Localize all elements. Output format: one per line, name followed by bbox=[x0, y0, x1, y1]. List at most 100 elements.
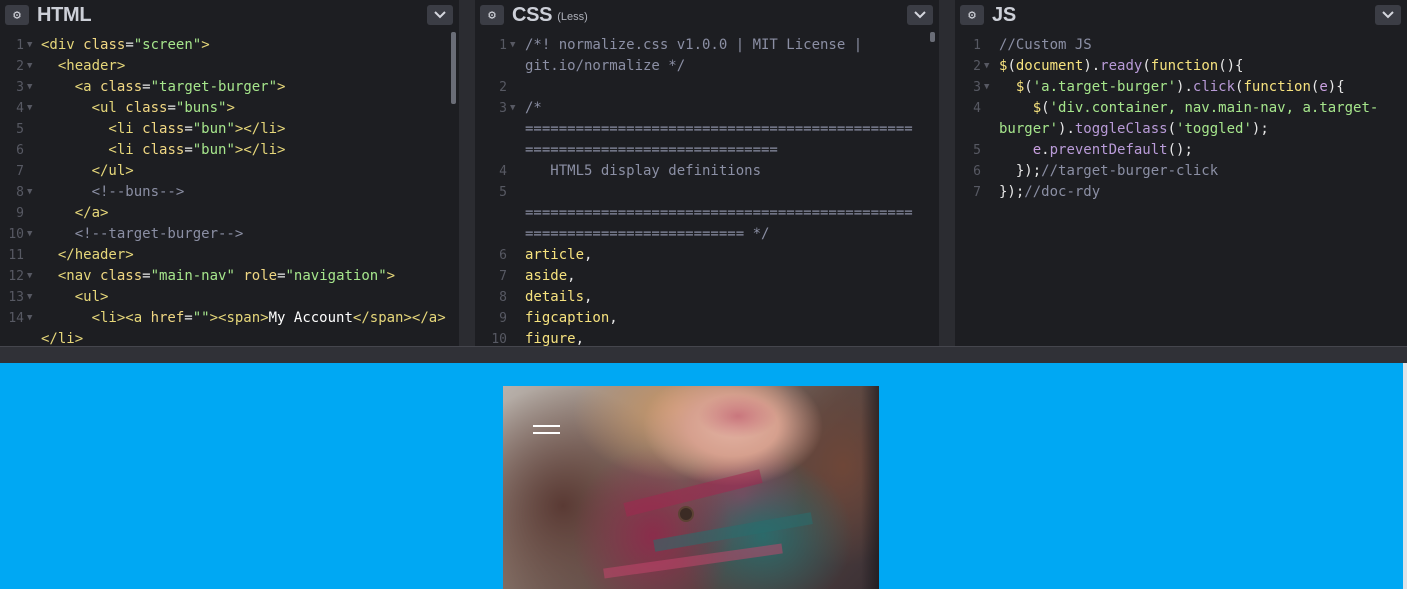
code-line[interactable]: </li> bbox=[0, 329, 459, 346]
code-line[interactable]: 8 details, bbox=[475, 287, 939, 308]
code-line[interactable]: 5 <li class="bun"></li> bbox=[0, 119, 459, 140]
code-line[interactable]: ============================== bbox=[475, 140, 939, 161]
code-line[interactable]: 1 ▼ <div class="screen"> bbox=[0, 35, 459, 56]
code-text: <div class="screen"> bbox=[41, 37, 210, 53]
code-text: <nav class="main-nav" role="navigation"> bbox=[41, 268, 396, 284]
code-line[interactable]: 9 figcaption, bbox=[475, 308, 939, 329]
code-text: ========================== */ bbox=[525, 226, 770, 242]
code-line[interactable]: 5 bbox=[475, 182, 939, 203]
code-line[interactable]: 2 ▼ $(document).ready(function(){ bbox=[955, 56, 1407, 77]
bun bbox=[533, 425, 560, 427]
html-scrollbar[interactable] bbox=[451, 32, 456, 104]
code-text: </ul> bbox=[41, 163, 134, 179]
fold-arrow-icon[interactable]: ▼ bbox=[27, 182, 32, 203]
preview-resize-handle[interactable] bbox=[0, 346, 1407, 363]
js-editor-title: JS bbox=[992, 3, 1016, 26]
chevron-down-icon bbox=[434, 11, 446, 19]
code-line[interactable]: 4 $('div.container, nav.main-nav, a.targ… bbox=[955, 98, 1407, 119]
fold-arrow-icon[interactable]: ▼ bbox=[27, 35, 32, 56]
code-line[interactable]: 5 e.preventDefault(); bbox=[955, 140, 1407, 161]
css-editor-header: ⚙ CSS (Less) bbox=[475, 0, 939, 30]
code-line[interactable]: ========================================… bbox=[475, 203, 939, 224]
code-line[interactable]: burger').toggleClass('toggled'); bbox=[955, 119, 1407, 140]
line-number: 3 bbox=[499, 101, 507, 116]
line-number: 9 bbox=[16, 206, 24, 221]
code-line[interactable]: 3 ▼ /* bbox=[475, 98, 939, 119]
code-line[interactable]: 8 ▼ <!--buns--> bbox=[0, 182, 459, 203]
code-line[interactable]: 1 ▼ /*! normalize.css v1.0.0 | MIT License… bbox=[475, 35, 939, 56]
code-line[interactable]: 7 </ul> bbox=[0, 161, 459, 182]
code-line[interactable]: 13 ▼ <ul> bbox=[0, 287, 459, 308]
fold-arrow-icon[interactable]: ▼ bbox=[27, 266, 32, 287]
line-number: 1 bbox=[16, 38, 24, 53]
code-line[interactable]: 6 <li class="bun"></li> bbox=[0, 140, 459, 161]
fold-arrow-icon[interactable]: ▼ bbox=[510, 98, 515, 119]
photo-shadow bbox=[861, 386, 879, 589]
css-collapse-button[interactable] bbox=[907, 5, 933, 25]
fold-arrow-icon[interactable]: ▼ bbox=[27, 287, 32, 308]
code-line[interactable]: 2 bbox=[475, 77, 939, 98]
code-line[interactable]: 10 ▼ <!--target-burger--> bbox=[0, 224, 459, 245]
fold-arrow-icon[interactable]: ▼ bbox=[984, 77, 989, 98]
code-line[interactable]: 12 ▼ <nav class="main-nav" role="navigati… bbox=[0, 266, 459, 287]
hamburger-icon[interactable] bbox=[533, 423, 561, 437]
fold-arrow-icon[interactable]: ▼ bbox=[984, 56, 989, 77]
code-text: <a class="target-burger"> bbox=[41, 79, 286, 95]
line-number: 3 bbox=[16, 80, 24, 95]
code-line[interactable]: 10 figure, bbox=[475, 329, 939, 346]
code-text: e.preventDefault(); bbox=[999, 142, 1193, 158]
line-number: 1 bbox=[973, 38, 981, 53]
editor-resize-handle[interactable] bbox=[939, 0, 955, 346]
code-line[interactable]: ========================== */ bbox=[475, 224, 939, 245]
fold-arrow-icon[interactable]: ▼ bbox=[27, 56, 32, 77]
code-text: </a> bbox=[41, 205, 109, 221]
line-number: 2 bbox=[973, 59, 981, 74]
code-text: HTML5 display definitions bbox=[525, 163, 762, 179]
html-editor-title: HTML bbox=[37, 3, 92, 26]
code-text: details, bbox=[525, 289, 593, 305]
line-number: 6 bbox=[16, 143, 24, 158]
code-text: <header> bbox=[41, 58, 126, 74]
chevron-down-icon bbox=[1382, 11, 1394, 19]
html-editor-pane: ⚙ HTML 1 ▼ <div class="screen"> 2 ▼ <header>… bbox=[0, 0, 459, 346]
code-line[interactable]: 7 aside, bbox=[475, 266, 939, 287]
js-collapse-button[interactable] bbox=[1375, 5, 1401, 25]
code-line[interactable]: 11 </header> bbox=[0, 245, 459, 266]
code-text: article, bbox=[525, 247, 593, 263]
fold-arrow-icon[interactable]: ▼ bbox=[510, 35, 515, 56]
code-line[interactable]: 6 article, bbox=[475, 245, 939, 266]
code-line[interactable]: 9 </a> bbox=[0, 203, 459, 224]
css-code-area[interactable]: 1 ▼/*! normalize.css v1.0.0 | MIT License… bbox=[475, 35, 939, 346]
code-line[interactable]: 2 ▼ <header> bbox=[0, 56, 459, 77]
code-line[interactable]: 3 ▼ $('a.target-burger').click(function(e… bbox=[955, 77, 1407, 98]
line-number: 7 bbox=[973, 185, 981, 200]
code-line[interactable]: 7});//doc-rdy bbox=[955, 182, 1407, 203]
fold-arrow-icon[interactable]: ▼ bbox=[27, 308, 32, 329]
html-collapse-button[interactable] bbox=[427, 5, 453, 25]
code-line[interactable]: 4 ▼ <ul class="buns"> bbox=[0, 98, 459, 119]
gear-icon[interactable]: ⚙ bbox=[5, 5, 29, 25]
line-number: 7 bbox=[499, 269, 507, 284]
gear-icon[interactable]: ⚙ bbox=[480, 5, 504, 25]
code-line[interactable]: 6 });//target-burger-click bbox=[955, 161, 1407, 182]
editor-resize-handle[interactable] bbox=[459, 0, 475, 346]
js-code-area[interactable]: 1 //Custom JS 2 ▼ $(document).ready(function… bbox=[955, 35, 1407, 346]
fold-arrow-icon[interactable]: ▼ bbox=[27, 77, 32, 98]
js-editor-pane: ⚙ JS 1 //Custom JS 2 ▼ $(document).ready(fun… bbox=[955, 0, 1407, 346]
code-line[interactable]: 4 HTML5 display definitions bbox=[475, 161, 939, 182]
code-text: figure, bbox=[525, 331, 585, 346]
gear-icon[interactable]: ⚙ bbox=[960, 5, 984, 25]
code-line[interactable]: 1 //Custom JS bbox=[955, 35, 1407, 56]
css-scrollbar[interactable] bbox=[930, 32, 935, 42]
code-text: $('a.target-burger').click(function(e){ bbox=[999, 79, 1345, 95]
line-number: 4 bbox=[16, 101, 24, 116]
code-text: //Custom JS bbox=[999, 37, 1092, 53]
code-line[interactable]: 14 ▼ <li><a href=""><span>My Account</spa… bbox=[0, 308, 459, 329]
code-line[interactable]: ========================================… bbox=[475, 119, 939, 140]
line-number: 4 bbox=[499, 164, 507, 179]
fold-arrow-icon[interactable]: ▼ bbox=[27, 224, 32, 245]
html-code-area[interactable]: 1 ▼ <div class="screen"> 2 ▼ <header> 3 ▼ <a c… bbox=[0, 35, 459, 346]
code-line[interactable]: 3 ▼ <a class="target-burger"> bbox=[0, 77, 459, 98]
code-line[interactable]: git.io/normalize */ bbox=[475, 56, 939, 77]
fold-arrow-icon[interactable]: ▼ bbox=[27, 98, 32, 119]
